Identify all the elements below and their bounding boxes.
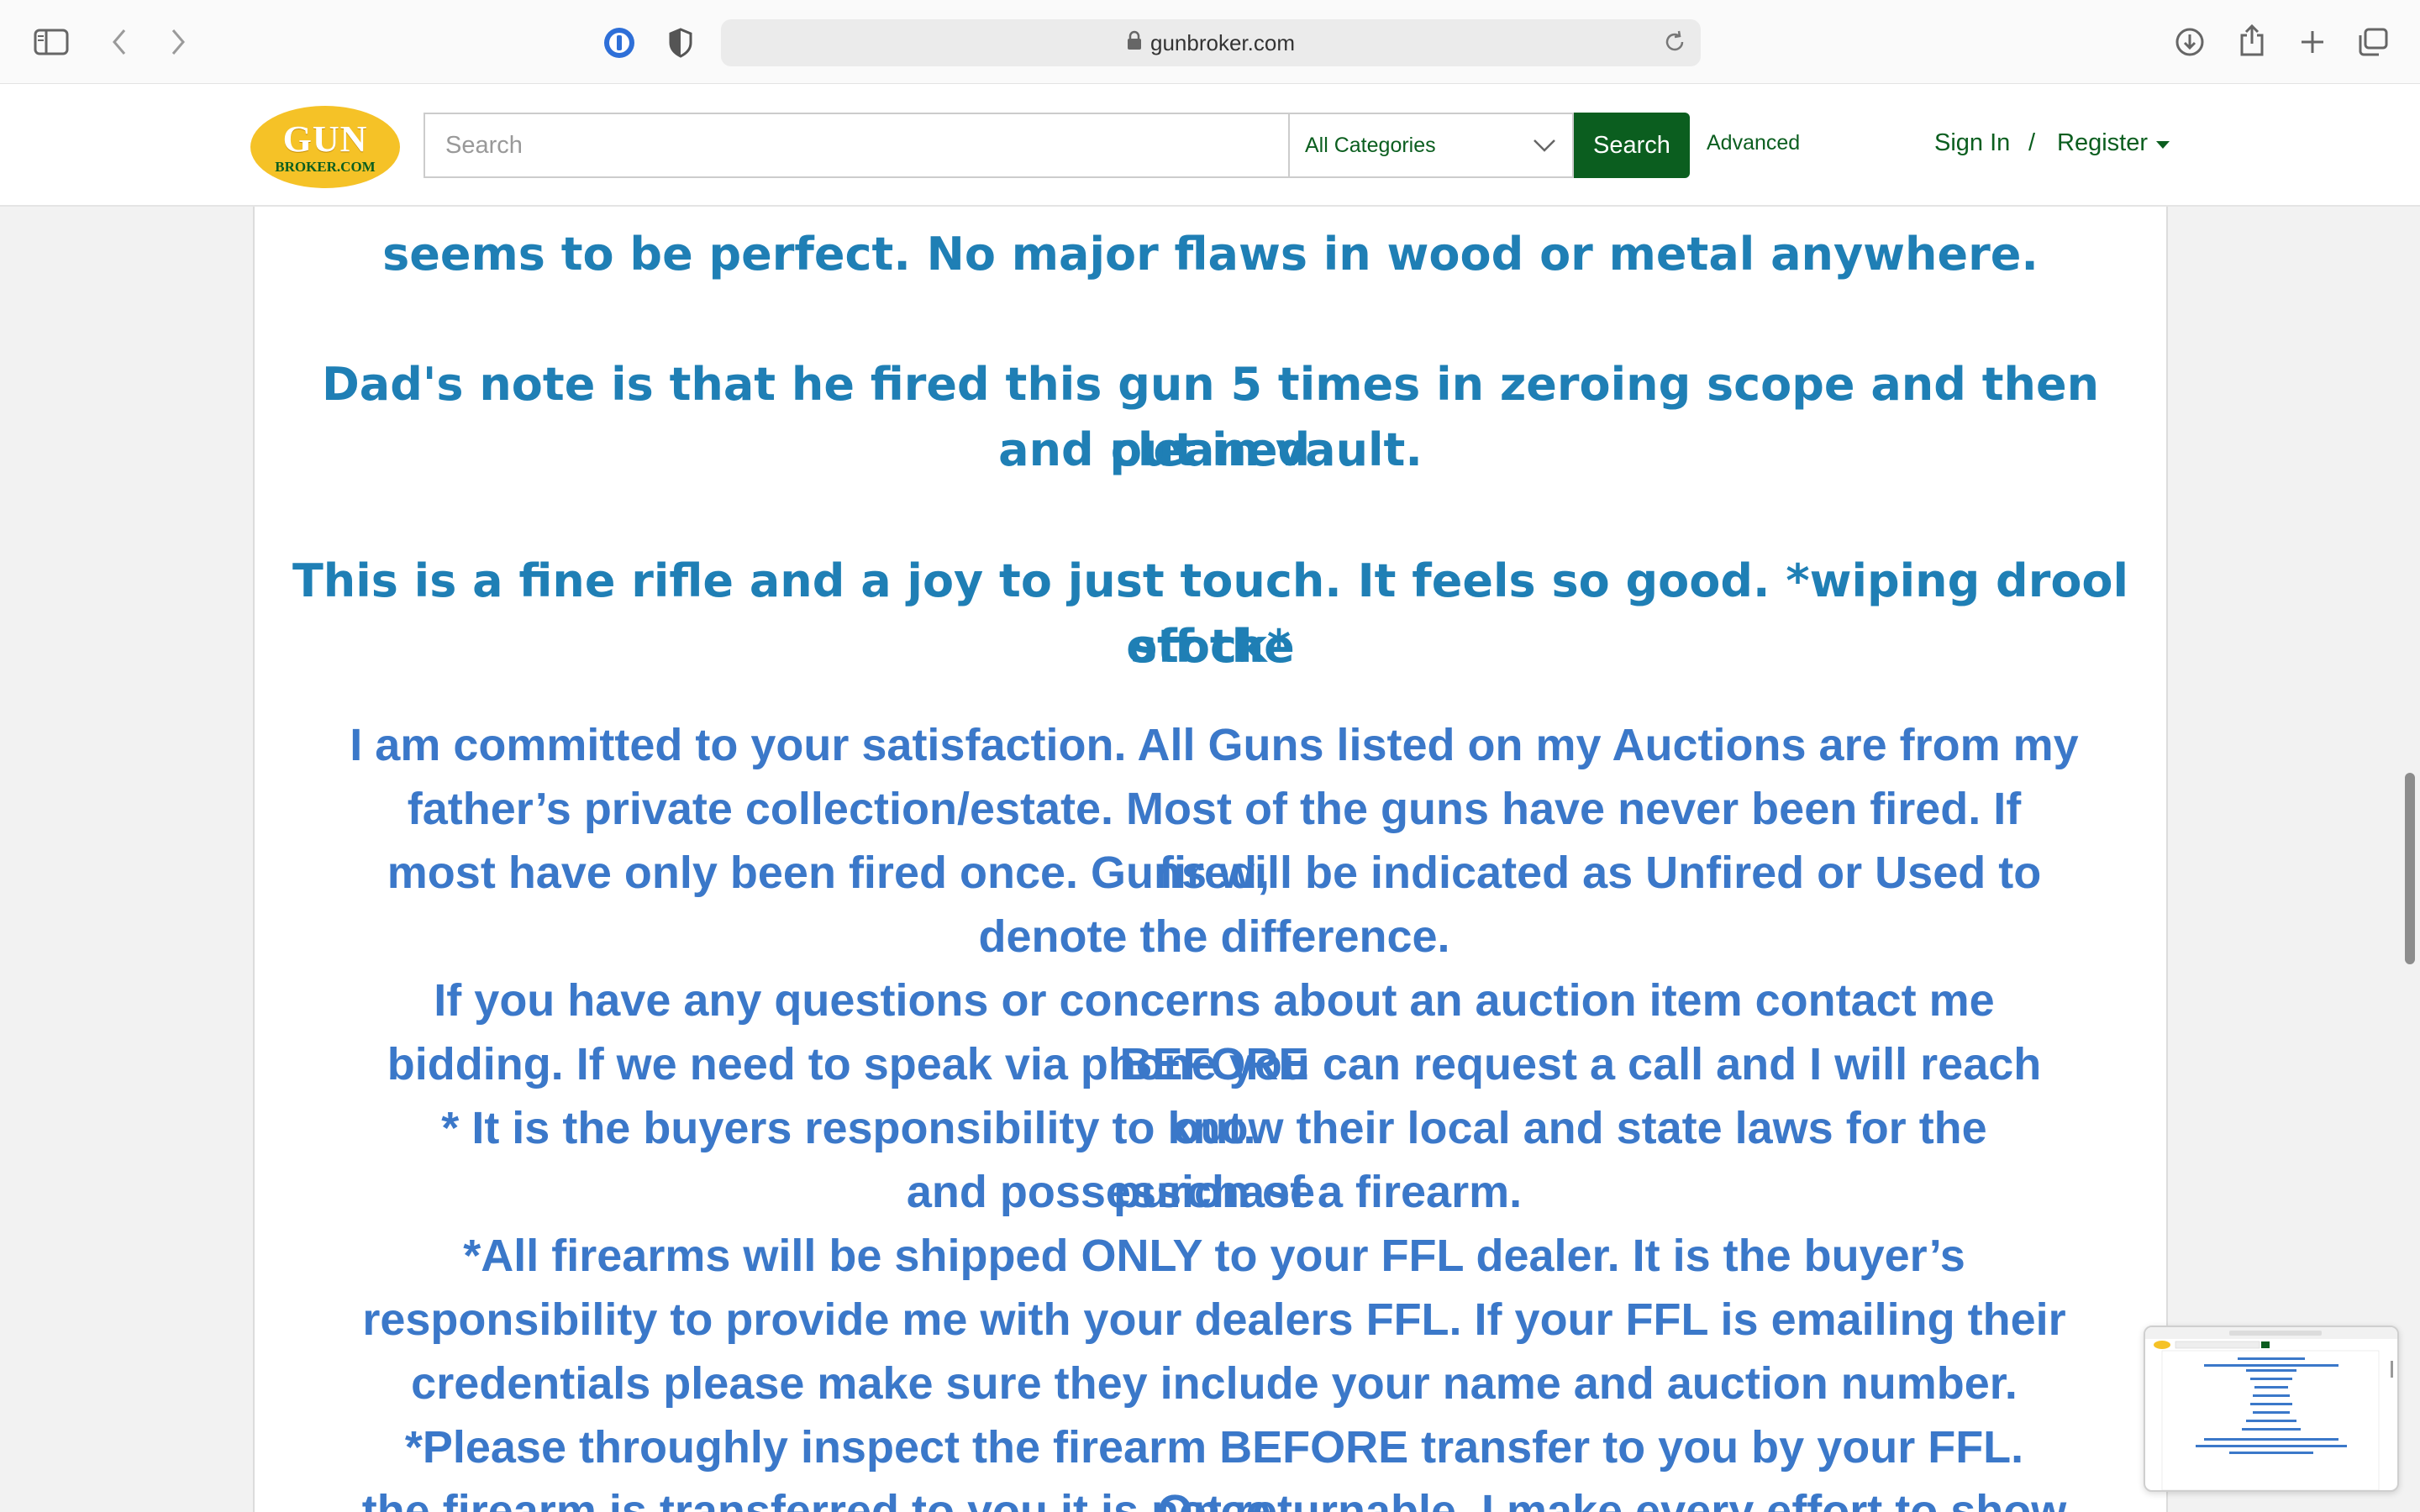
chevron-down-icon <box>1532 134 1557 159</box>
tab-overview-icon[interactable] <box>2356 25 2390 59</box>
page-scrollbar[interactable] <box>2405 773 2415 964</box>
download-icon[interactable] <box>2173 25 2207 59</box>
logo-text-bottom: BROKER.COM <box>275 158 376 175</box>
description-line: stock* <box>1129 620 1292 673</box>
register-link[interactable]: Register <box>2057 129 2170 157</box>
listing-description: seems to be perfect. No major flaws in w… <box>253 207 2168 1512</box>
policy-line: and possession of a firearm. <box>906 1167 1523 1217</box>
back-icon[interactable] <box>104 25 134 59</box>
address-bar[interactable]: gunbroker.com <box>721 19 1701 66</box>
browser-toolbar: gunbroker.com <box>0 0 2420 84</box>
site-header: GUN BROKER.COM Search All Categories Sea… <box>0 84 2420 207</box>
url-text: gunbroker.com <box>1150 29 1295 55</box>
search-placeholder: Search <box>445 131 523 159</box>
search-input[interactable]: Search <box>424 113 1289 178</box>
share-icon[interactable] <box>2235 22 2269 59</box>
new-tab-icon[interactable] <box>2296 25 2329 59</box>
policy-line: the firearm is transferred to you it is … <box>361 1486 2067 1512</box>
sidebar-icon[interactable] <box>32 27 71 57</box>
policy-line: denote the difference. <box>978 911 1450 962</box>
reload-icon[interactable] <box>1662 29 1687 60</box>
privacy-shield-icon[interactable] <box>664 25 697 60</box>
policy-line: I am committed to your satisfaction. All… <box>350 720 2079 770</box>
category-selected: All Categories <box>1305 133 1436 157</box>
thumbnail-preview-image <box>2145 1327 2397 1490</box>
policy-line: *All firearms will be shipped ONLY to yo… <box>463 1231 1965 1281</box>
screenshot-thumbnail[interactable] <box>2144 1326 2399 1492</box>
policy-line: responsibility to provide me with your d… <box>362 1294 2066 1345</box>
description-line: and put in vault. <box>998 423 1423 476</box>
advanced-search-link[interactable]: Advanced <box>1707 131 1800 155</box>
forward-icon[interactable] <box>163 25 193 59</box>
register-label: Register <box>2057 129 2148 156</box>
category-select[interactable]: All Categories <box>1288 113 1574 178</box>
auth-separator: / <box>2028 129 2036 156</box>
search-button[interactable]: Search <box>1574 113 1690 178</box>
policy-line: credentials please make sure they includ… <box>411 1358 2018 1409</box>
gunbroker-logo[interactable]: GUN BROKER.COM <box>250 106 400 188</box>
caret-down-icon <box>2156 141 2170 149</box>
logo-text-top: GUN <box>282 118 368 160</box>
password-manager-icon[interactable] <box>602 25 637 60</box>
sign-in-link[interactable]: Sign In <box>1934 129 2010 157</box>
policy-line: most have only been fired once. Guns wil… <box>387 848 2042 898</box>
lock-icon <box>1127 30 1142 56</box>
description-line: seems to be perfect. No major flaws in w… <box>382 228 2039 281</box>
